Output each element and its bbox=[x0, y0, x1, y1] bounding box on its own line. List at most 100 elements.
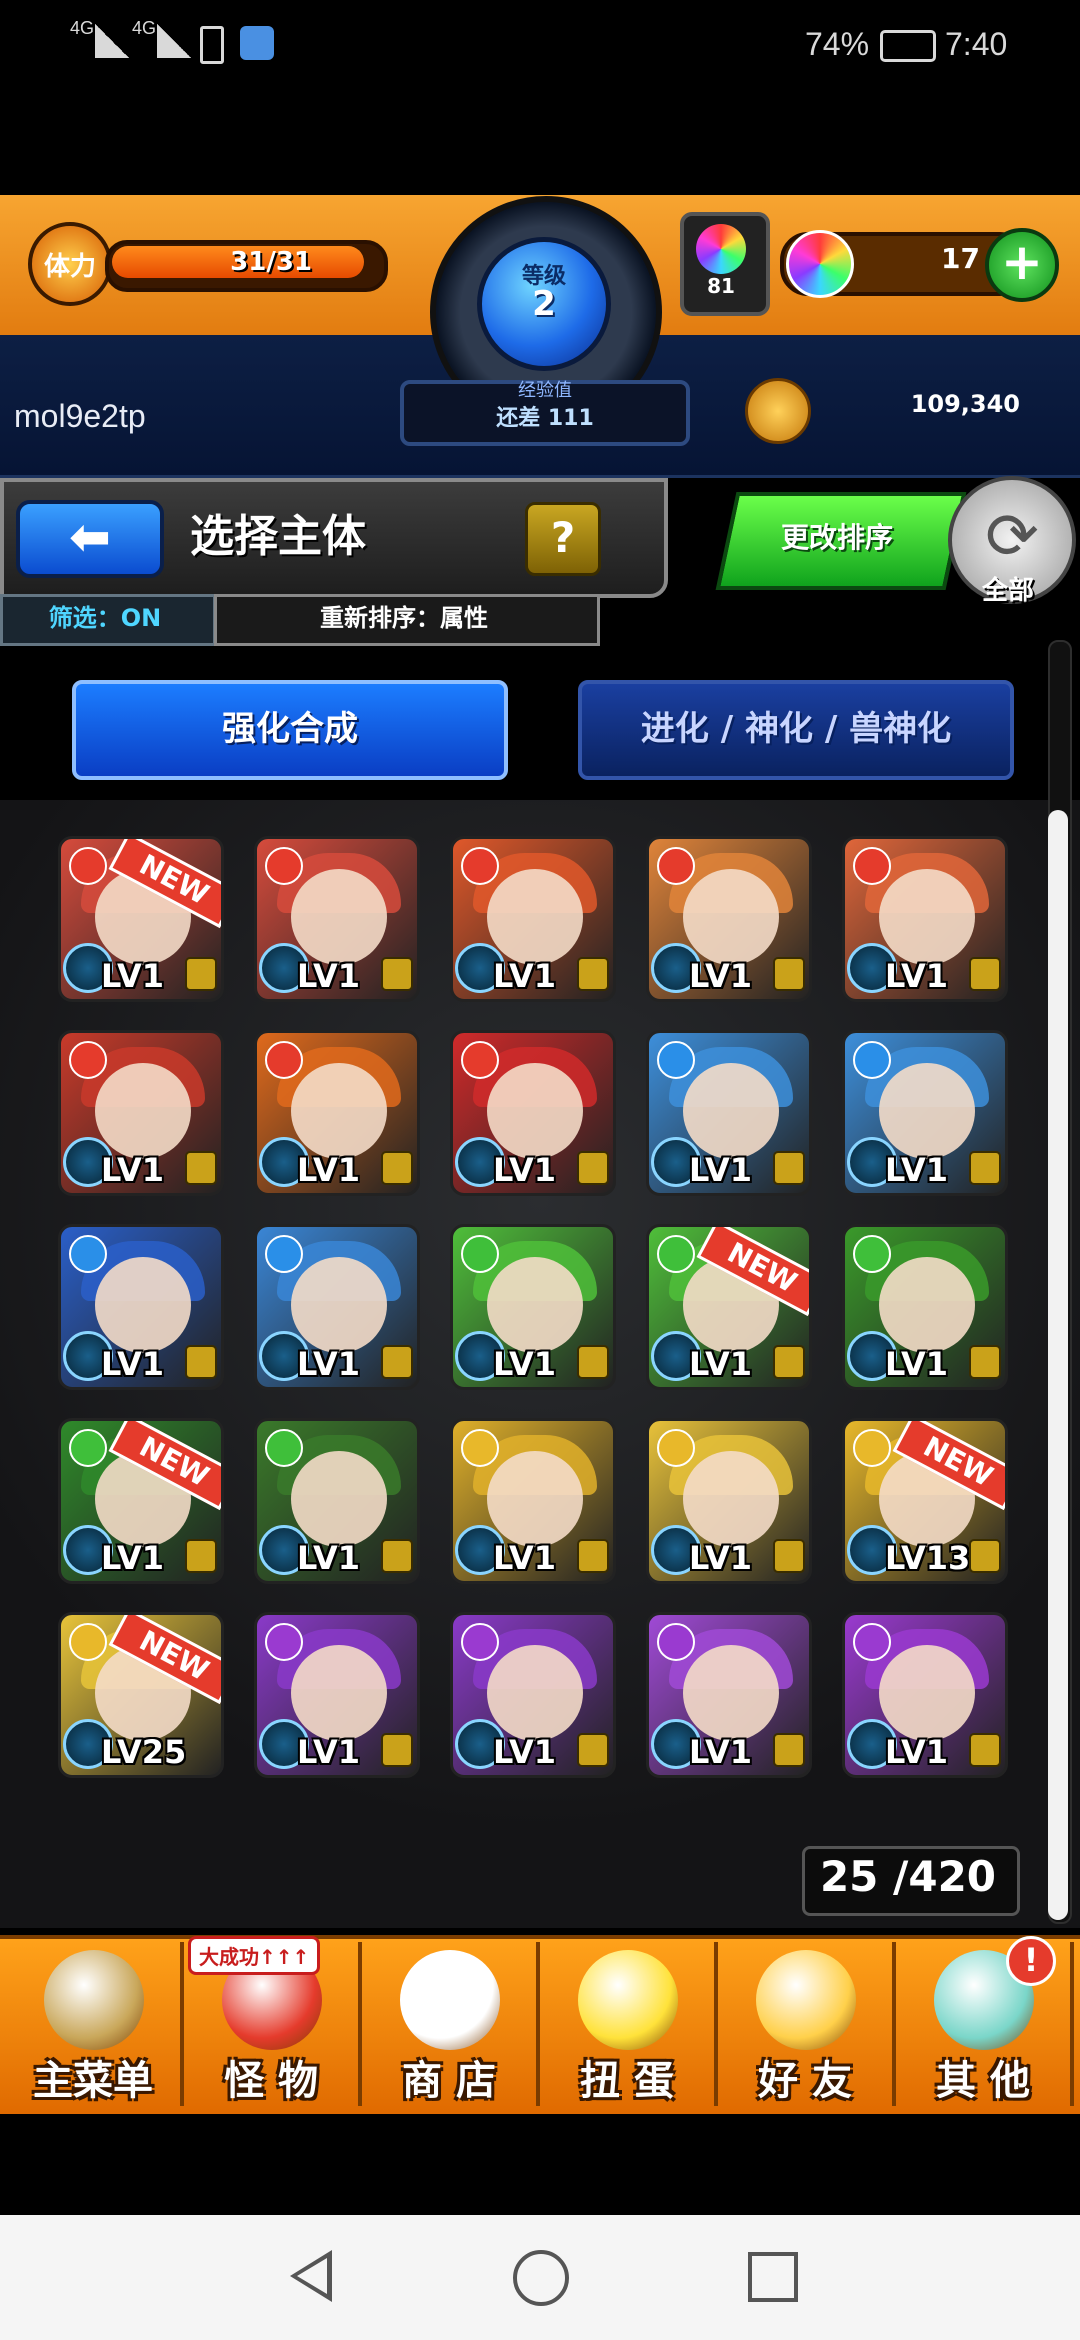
monster-level: LV1 bbox=[101, 1345, 165, 1383]
monster-card[interactable]: LV25 NEW bbox=[58, 1612, 224, 1778]
lock-icon[interactable] bbox=[381, 1151, 413, 1185]
monster-portrait bbox=[879, 1063, 975, 1159]
lock-icon[interactable] bbox=[381, 1733, 413, 1767]
home-icon[interactable] bbox=[513, 2250, 569, 2306]
lock-icon[interactable] bbox=[577, 957, 609, 991]
back-arrow-icon: ⬅ bbox=[69, 508, 111, 566]
lock-icon[interactable] bbox=[969, 1345, 1001, 1379]
monster-card[interactable]: LV1 bbox=[646, 1612, 812, 1778]
lock-icon[interactable] bbox=[577, 1151, 609, 1185]
lock-icon[interactable] bbox=[969, 957, 1001, 991]
lock-icon[interactable] bbox=[969, 1151, 1001, 1185]
monster-portrait bbox=[291, 1257, 387, 1353]
monster-card[interactable]: LV1 bbox=[842, 1612, 1008, 1778]
back-button[interactable]: ⬅ bbox=[16, 500, 164, 578]
monster-card[interactable]: LV1 bbox=[254, 1224, 420, 1390]
add-orb-button[interactable]: + bbox=[985, 228, 1059, 302]
back-icon-inner bbox=[297, 2258, 327, 2294]
monster-card[interactable]: LV1 bbox=[842, 1030, 1008, 1196]
nav-label: 主菜单 bbox=[33, 2058, 153, 2104]
fire-element-icon bbox=[265, 847, 303, 885]
lock-icon[interactable] bbox=[381, 1345, 413, 1379]
monster-level: LV1 bbox=[689, 1733, 753, 1771]
lock-icon[interactable] bbox=[773, 957, 805, 991]
monster-card[interactable]: LV1 bbox=[58, 1224, 224, 1390]
battery-percent: 74% bbox=[805, 26, 870, 62]
monster-level: LV1 bbox=[885, 957, 949, 995]
lock-icon[interactable] bbox=[185, 1539, 217, 1573]
tab-evolution[interactable]: 进化 / 神化 / 兽神化 bbox=[578, 680, 1014, 780]
wood-element-icon bbox=[461, 1235, 499, 1273]
sort-label: 重新排序：属性 bbox=[320, 604, 488, 632]
lock-icon[interactable] bbox=[969, 1539, 1001, 1573]
lock-icon[interactable] bbox=[773, 1733, 805, 1767]
status-bar: 4G 4G 74% 7:40 bbox=[0, 0, 1080, 95]
stamina-value: 31/31 bbox=[230, 247, 312, 277]
monster-level: LV1 bbox=[885, 1151, 949, 1189]
dark-element-icon bbox=[853, 1623, 891, 1661]
monster-card[interactable]: LV1 bbox=[646, 836, 812, 1002]
monster-level: LV13 bbox=[885, 1539, 971, 1577]
egg-icon bbox=[578, 1950, 678, 2050]
help-button[interactable]: ? bbox=[525, 502, 601, 576]
rainbow-orb-icon bbox=[400, 1950, 500, 2050]
lock-icon[interactable] bbox=[969, 1733, 1001, 1767]
filter-label: 筛选：ON bbox=[48, 604, 162, 632]
lock-icon[interactable] bbox=[185, 1151, 217, 1185]
monster-level: LV1 bbox=[297, 1733, 361, 1771]
monster-card[interactable]: LV1 bbox=[450, 836, 616, 1002]
monster-card[interactable]: LV1 bbox=[450, 1224, 616, 1390]
dark-element-icon bbox=[265, 1623, 303, 1661]
fire-element-icon bbox=[69, 847, 107, 885]
monster-card[interactable]: LV1 bbox=[254, 1612, 420, 1778]
monster-card[interactable]: LV1 bbox=[450, 1030, 616, 1196]
monster-level: LV1 bbox=[297, 1539, 361, 1577]
monster-level: LV1 bbox=[689, 957, 753, 995]
monster-portrait bbox=[487, 1257, 583, 1353]
lock-icon[interactable] bbox=[577, 1539, 609, 1573]
monster-card[interactable]: LV1 bbox=[254, 1418, 420, 1584]
monster-card[interactable]: LV1 bbox=[842, 1224, 1008, 1390]
lock-icon[interactable] bbox=[577, 1345, 609, 1379]
monster-card[interactable]: LV1 bbox=[254, 1030, 420, 1196]
monster-card[interactable]: LV1 bbox=[646, 1418, 812, 1584]
lock-icon[interactable] bbox=[577, 1733, 609, 1767]
tab-power-up-fusion[interactable]: 强化合成 bbox=[72, 680, 508, 780]
nav-item-5[interactable]: 其 他! bbox=[896, 1936, 1074, 2106]
monster-card[interactable]: LV1 bbox=[58, 1030, 224, 1196]
nav-item-0[interactable]: 主菜单 bbox=[6, 1942, 184, 2106]
monster-portrait bbox=[487, 1645, 583, 1741]
monster-card[interactable]: LV1 NEW bbox=[58, 836, 224, 1002]
lock-icon[interactable] bbox=[773, 1539, 805, 1573]
fire-element-icon bbox=[657, 847, 695, 885]
monster-portrait bbox=[683, 1645, 779, 1741]
monster-card[interactable]: LV1 bbox=[842, 836, 1008, 1002]
nav-item-1[interactable]: 怪 物 大成功↑↑↑ bbox=[184, 1936, 362, 2106]
monster-level: LV1 bbox=[297, 957, 361, 995]
lock-icon[interactable] bbox=[773, 1345, 805, 1379]
nav-item-2[interactable]: 商 店 bbox=[362, 1942, 540, 2106]
recents-icon[interactable] bbox=[748, 2252, 798, 2302]
lock-icon[interactable] bbox=[185, 957, 217, 991]
monster-card[interactable]: LV1 NEW bbox=[58, 1418, 224, 1584]
monster-card[interactable]: LV1 bbox=[450, 1612, 616, 1778]
monster-card[interactable]: LV1 bbox=[254, 836, 420, 1002]
lock-icon[interactable] bbox=[381, 957, 413, 991]
monster-portrait bbox=[487, 869, 583, 965]
scrollbar-thumb[interactable] bbox=[1048, 810, 1068, 1920]
lock-icon[interactable] bbox=[381, 1539, 413, 1573]
monster-card[interactable]: LV1 bbox=[646, 1030, 812, 1196]
monster-card[interactable]: LV1 NEW bbox=[646, 1224, 812, 1390]
monster-card[interactable]: LV13 NEW bbox=[842, 1418, 1008, 1584]
water-element-icon bbox=[69, 1235, 107, 1273]
nav-item-3[interactable]: 扭 蛋 bbox=[540, 1942, 718, 2106]
dark-element-icon bbox=[657, 1623, 695, 1661]
nav-item-4[interactable]: 好 友 bbox=[718, 1942, 896, 2106]
coin-icon bbox=[745, 378, 811, 444]
monster-card[interactable]: LV1 bbox=[450, 1418, 616, 1584]
nav-label: 商 店 bbox=[402, 2058, 496, 2104]
lock-icon[interactable] bbox=[185, 1345, 217, 1379]
light-element-icon bbox=[657, 1429, 695, 1467]
lock-icon[interactable] bbox=[773, 1151, 805, 1185]
wood-element-icon bbox=[69, 1429, 107, 1467]
